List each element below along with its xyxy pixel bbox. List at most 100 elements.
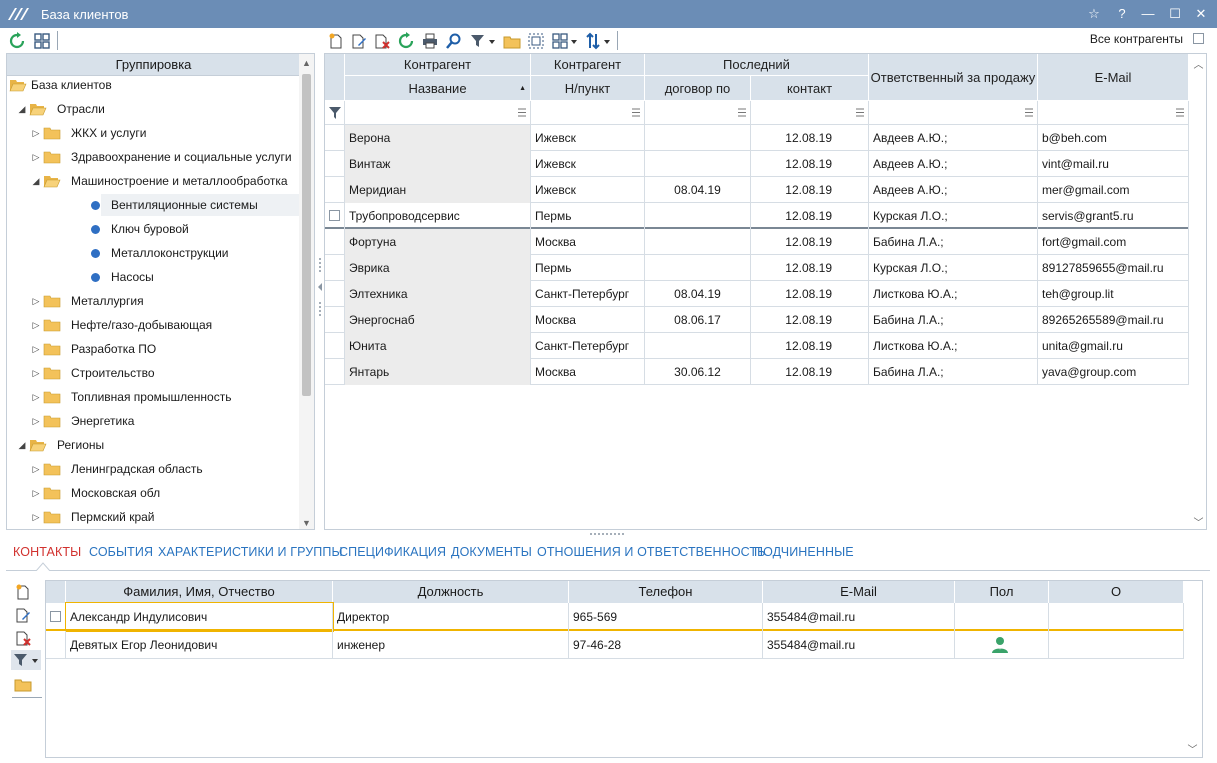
- contacts-header-phone[interactable]: Телефон: [569, 581, 763, 603]
- grid-cell-responsible[interactable]: Авдеев А.Ю.;: [869, 125, 1038, 151]
- grid-cell-email[interactable]: teh@group.lit: [1038, 281, 1189, 307]
- search-icon[interactable]: [444, 31, 464, 51]
- expand-arrow-icon[interactable]: ▷: [31, 290, 41, 312]
- header-contact[interactable]: контакт: [751, 76, 869, 101]
- contact-row[interactable]: Девятых Егор Леонидович инженер 97-46-28 35…: [46, 631, 1184, 659]
- favorite-star-icon[interactable]: ☆: [1083, 4, 1105, 24]
- contact-cell-phone[interactable]: 97-46-28: [569, 631, 763, 659]
- filter-row-icon[interactable]: [325, 101, 345, 125]
- folder-icon[interactable]: [502, 31, 522, 51]
- row-selector[interactable]: [325, 229, 345, 255]
- row-selector[interactable]: [325, 359, 345, 385]
- grid-cell-name[interactable]: Трубопроводсервис: [345, 203, 531, 229]
- tab-characteristics[interactable]: ХАРАКТЕРИСТИКИ И ГРУППЫ: [158, 545, 343, 559]
- maximize-button[interactable]: ☐: [1164, 4, 1186, 24]
- grid-cell-email[interactable]: 89265265589@mail.ru: [1038, 307, 1189, 333]
- tree-scrollbar-thumb[interactable]: [302, 74, 311, 396]
- tree-item[interactable]: ◢ Машиностроение и металлообработка: [7, 170, 299, 192]
- contact-cell-o[interactable]: [1049, 631, 1184, 659]
- sort-dropdown-icon[interactable]: [584, 31, 612, 51]
- grid-cell-contract[interactable]: [645, 229, 751, 255]
- new-record-icon[interactable]: [326, 31, 346, 51]
- filter-responsible[interactable]: [869, 101, 1038, 125]
- row-selector[interactable]: [325, 255, 345, 281]
- layout-grid-icon[interactable]: [32, 31, 52, 51]
- grid-cell-contact[interactable]: 12.08.19: [751, 125, 869, 151]
- row-selector[interactable]: [325, 307, 345, 333]
- grid-cell-city[interactable]: Ижевск: [531, 125, 645, 151]
- collapse-arrow-icon[interactable]: ◢: [31, 170, 41, 192]
- grid-cell-email[interactable]: yava@group.com: [1038, 359, 1189, 385]
- header-contract[interactable]: договор по: [645, 76, 751, 101]
- grid-cell-city[interactable]: Ижевск: [531, 151, 645, 177]
- grid-cell-responsible[interactable]: Бабина Л.А.;: [869, 359, 1038, 385]
- filter-name[interactable]: [345, 101, 531, 125]
- grid-cell-name[interactable]: Энергоснаб: [345, 307, 531, 333]
- grid-row[interactable]: Эврика Пермь 12.08.19 Курская Л.О.; 89127859…: [325, 255, 1189, 281]
- grid-cell-responsible[interactable]: Бабина Л.А.;: [869, 307, 1038, 333]
- grid-cell-email[interactable]: mer@gmail.com: [1038, 177, 1189, 203]
- grid-row[interactable]: Трубопроводсервис Пермь 12.08.19 Курская Л.…: [325, 203, 1189, 229]
- grid-cell-responsible[interactable]: Авдеев А.Ю.;: [869, 177, 1038, 203]
- contact-row-selector[interactable]: [46, 631, 66, 659]
- vertical-splitter[interactable]: [316, 53, 324, 530]
- tab-documents[interactable]: ДОКУМЕНТЫ: [451, 545, 532, 559]
- contacts-header-fio[interactable]: Фамилия, Имя, Отчество: [66, 581, 333, 603]
- contact-cell-position[interactable]: Директор: [333, 603, 569, 631]
- contact-cell-gender[interactable]: [955, 631, 1049, 659]
- contact-cell-fio[interactable]: Александр Индулисович: [65, 602, 334, 632]
- grid-cell-name[interactable]: Элтехника: [345, 281, 531, 307]
- grid-cell-contract[interactable]: [645, 203, 751, 229]
- tree-item[interactable]: ▷ Металлургия: [7, 290, 299, 312]
- contacts-header-gender[interactable]: Пол: [955, 581, 1049, 603]
- new-contact-icon[interactable]: [12, 582, 34, 602]
- grid-cell-name[interactable]: Винтаж: [345, 151, 531, 177]
- expand-arrow-icon[interactable]: ▷: [31, 146, 41, 168]
- grid-cell-responsible[interactable]: Бабина Л.А.;: [869, 229, 1038, 255]
- tree-item[interactable]: Насосы: [7, 266, 299, 288]
- expand-arrow-icon[interactable]: ▷: [31, 122, 41, 144]
- scroll-up-icon[interactable]: ▲: [299, 56, 314, 71]
- grid-cell-contact[interactable]: 12.08.19: [751, 359, 869, 385]
- grid-cell-city[interactable]: Москва: [531, 307, 645, 333]
- contact-cell-fio[interactable]: Девятых Егор Леонидович: [66, 631, 333, 659]
- filter-email[interactable]: [1038, 101, 1189, 125]
- grid-scrollbar[interactable]: ︿ ﹀: [1191, 54, 1206, 529]
- grid-cell-contract[interactable]: 30.06.12: [645, 359, 751, 385]
- header-responsible[interactable]: Ответственный за продажу: [869, 54, 1038, 101]
- contacts-header-email[interactable]: E-Mail: [763, 581, 955, 603]
- grid-cell-contract[interactable]: [645, 333, 751, 359]
- row-selector[interactable]: [325, 151, 345, 177]
- row-selector[interactable]: [325, 203, 345, 229]
- tree-item[interactable]: ▷ Энергетика: [7, 410, 299, 432]
- grid-row[interactable]: Фортуна Москва 12.08.19 Бабина Л.А.; fort@gm…: [325, 229, 1189, 255]
- tree-item[interactable]: ▷ Московская обл: [7, 482, 299, 504]
- contact-cell-position[interactable]: инженер: [333, 631, 569, 659]
- sync-icon[interactable]: [396, 31, 416, 51]
- row-selector[interactable]: [325, 177, 345, 203]
- filter-contact[interactable]: [751, 101, 869, 125]
- grid-cell-contract[interactable]: 08.04.19: [645, 177, 751, 203]
- grid-cell-name[interactable]: Меридиан: [345, 177, 531, 203]
- tree-item[interactable]: ▷ ЖКХ и услуги: [7, 122, 299, 144]
- grid-cell-responsible[interactable]: Курская Л.О.;: [869, 255, 1038, 281]
- grid-cell-city[interactable]: Москва: [531, 229, 645, 255]
- grid-cell-email[interactable]: unita@gmail.ru: [1038, 333, 1189, 359]
- expand-arrow-icon[interactable]: ▷: [31, 482, 41, 504]
- print-icon[interactable]: [420, 31, 440, 51]
- grid-row[interactable]: Юнита Санкт-Петербург 12.08.19 Листкова Ю.А…: [325, 333, 1189, 359]
- scroll-down-icon[interactable]: ﹀: [1191, 514, 1206, 529]
- grid-cell-contact[interactable]: 12.08.19: [751, 255, 869, 281]
- help-button[interactable]: ?: [1111, 4, 1133, 24]
- contacts-filter-icon[interactable]: [11, 650, 41, 670]
- tree-item[interactable]: База клиентов: [7, 74, 299, 96]
- tree-item[interactable]: ◢ Регионы: [7, 434, 299, 456]
- close-button[interactable]: ✕: [1190, 4, 1212, 24]
- grid-cell-city[interactable]: Пермь: [531, 255, 645, 281]
- filter-dropdown-icon[interactable]: [469, 31, 497, 51]
- grid-cell-contract[interactable]: 08.06.17: [645, 307, 751, 333]
- contacts-header-position[interactable]: Должность: [333, 581, 569, 603]
- grid-cell-city[interactable]: Ижевск: [531, 177, 645, 203]
- contact-row-checkbox[interactable]: [50, 611, 61, 622]
- delete-contact-icon[interactable]: [12, 628, 34, 648]
